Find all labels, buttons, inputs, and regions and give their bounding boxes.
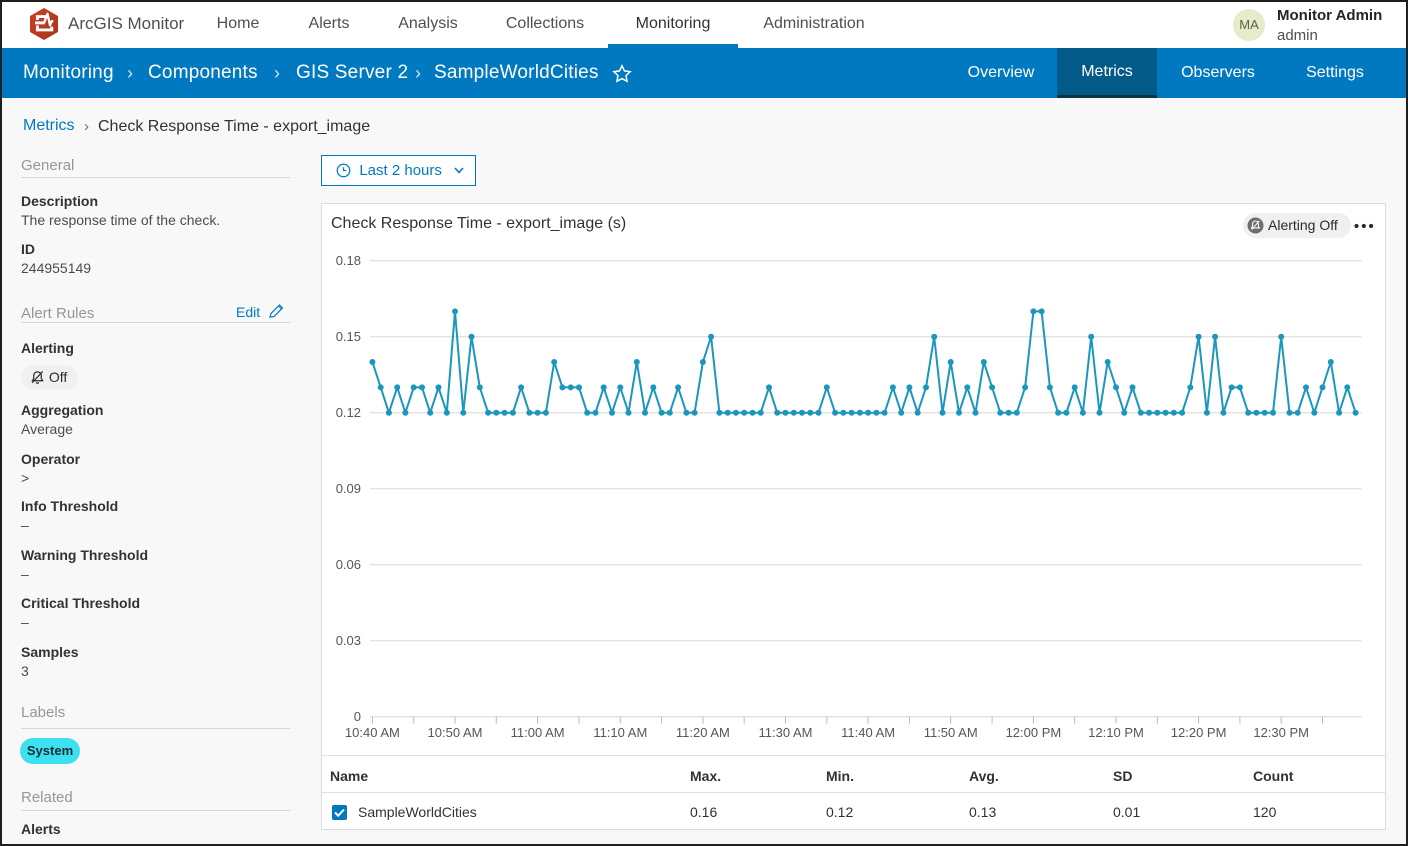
svg-text:12:20 PM: 12:20 PM xyxy=(1171,725,1227,740)
svg-text:11:00 AM: 11:00 AM xyxy=(511,725,565,740)
svg-text:0: 0 xyxy=(354,709,361,724)
svg-text:11:50 AM: 11:50 AM xyxy=(924,725,978,740)
svg-text:0.18: 0.18 xyxy=(336,253,361,268)
svg-text:11:40 AM: 11:40 AM xyxy=(841,725,895,740)
svg-text:12:30 PM: 12:30 PM xyxy=(1253,725,1309,740)
svg-text:10:50 AM: 10:50 AM xyxy=(428,725,483,740)
svg-text:12:10 PM: 12:10 PM xyxy=(1088,725,1144,740)
svg-text:11:10 AM: 11:10 AM xyxy=(593,725,647,740)
svg-text:11:20 AM: 11:20 AM xyxy=(676,725,730,740)
svg-text:0.09: 0.09 xyxy=(336,481,361,496)
svg-text:12:00 PM: 12:00 PM xyxy=(1006,725,1062,740)
svg-text:10:40 AM: 10:40 AM xyxy=(345,725,400,740)
svg-text:0.12: 0.12 xyxy=(336,405,361,420)
svg-text:0.06: 0.06 xyxy=(336,557,361,572)
svg-text:0.03: 0.03 xyxy=(336,633,361,648)
svg-text:11:30 AM: 11:30 AM xyxy=(759,725,813,740)
svg-text:0.15: 0.15 xyxy=(336,329,361,344)
